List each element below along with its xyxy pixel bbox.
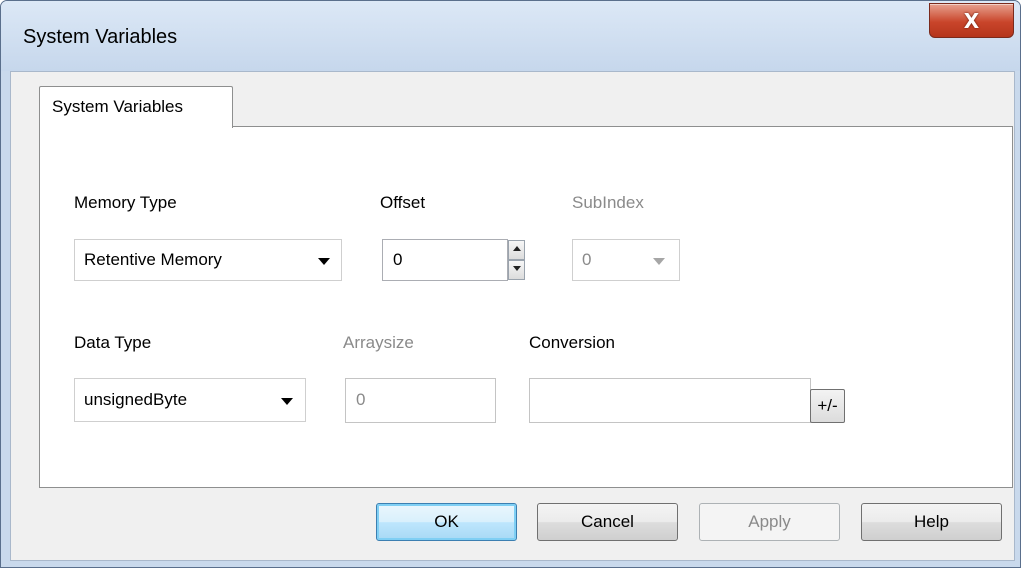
memory-type-label: Memory Type [74, 193, 177, 212]
arraysize-input[interactable]: 0 [345, 378, 496, 423]
subindex-label: SubIndex [572, 193, 644, 212]
close-icon: X [963, 8, 980, 33]
arrow-up-icon [513, 246, 521, 251]
ok-button[interactable]: OK [376, 503, 517, 541]
close-button[interactable]: X [929, 3, 1014, 38]
conversion-sign-toggle-label: +/- [817, 396, 838, 415]
data-type-value: unsignedByte [84, 390, 188, 409]
memory-type-dropdown[interactable]: Retentive Memory [74, 239, 342, 281]
subindex-value: 0 [582, 250, 592, 269]
cancel-button[interactable]: Cancel [537, 503, 678, 541]
cancel-button-label: Cancel [581, 512, 634, 531]
chevron-down-icon [318, 258, 330, 265]
offset-input[interactable]: 0 [382, 239, 508, 281]
data-type-dropdown[interactable]: unsignedByte [74, 378, 306, 422]
apply-button[interactable]: Apply [699, 503, 840, 541]
dialog-client-area: System Variables Memory Type Offset SubI… [10, 71, 1015, 561]
help-button[interactable]: Help [861, 503, 1002, 541]
memory-type-value: Retentive Memory [84, 250, 222, 269]
arrow-down-icon [513, 266, 521, 271]
conversion-label: Conversion [529, 333, 615, 352]
chevron-down-icon [281, 398, 293, 405]
offset-label: Offset [380, 193, 426, 212]
window-title: System Variables [23, 26, 178, 48]
tab-system-variables[interactable]: System Variables [39, 86, 233, 128]
arraysize-value: 0 [356, 390, 366, 409]
arraysize-label: Arraysize [343, 333, 414, 352]
help-button-label: Help [914, 512, 949, 531]
apply-button-label: Apply [748, 512, 791, 531]
tab-panel: Memory Type Offset SubIndex Retentive Me… [39, 126, 1013, 488]
data-type-label: Data Type [74, 333, 152, 352]
ok-button-label: OK [434, 512, 459, 531]
conversion-input[interactable] [529, 378, 811, 423]
offset-spin-up-button[interactable] [508, 240, 525, 260]
offset-spin-down-button[interactable] [508, 260, 525, 280]
chevron-down-icon [653, 258, 665, 265]
subindex-dropdown[interactable]: 0 [572, 239, 680, 281]
tab-label: System Variables [52, 97, 184, 116]
offset-value: 0 [393, 250, 403, 269]
title-bar[interactable]: System Variables X [1, 1, 1020, 71]
conversion-sign-toggle-button[interactable]: +/- [810, 389, 845, 423]
dialog-window: System Variables X System Variables Memo… [0, 0, 1021, 568]
